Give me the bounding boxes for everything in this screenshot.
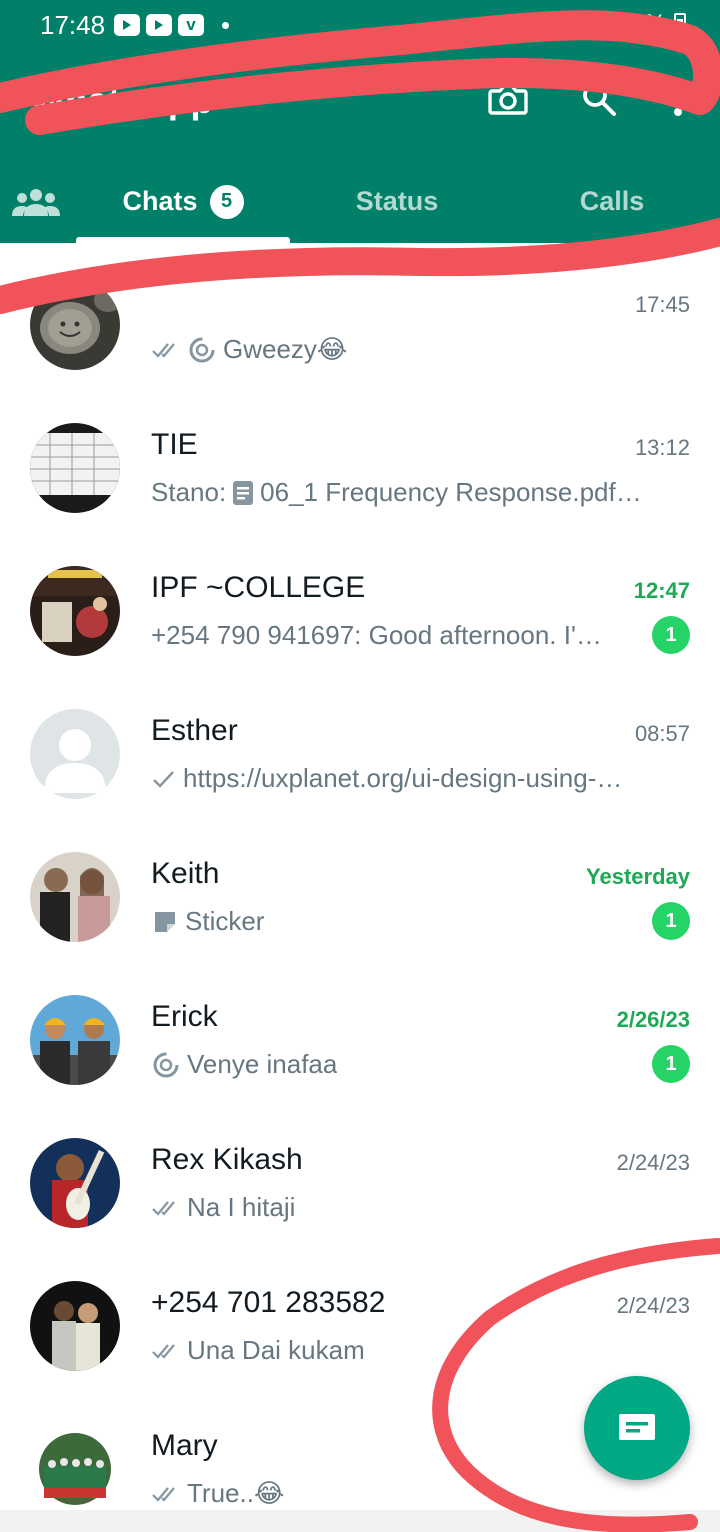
chat-preview: Gweezy😂 bbox=[151, 334, 665, 365]
search-button[interactable] bbox=[572, 72, 626, 126]
chat-row[interactable]: Rex Kikash 2/24/23 Na I hitaji bbox=[0, 1125, 720, 1268]
double-check-icon bbox=[152, 1486, 175, 1502]
double-check-icon bbox=[152, 1200, 175, 1216]
battery-percent: 3% bbox=[631, 10, 666, 37]
community-icon bbox=[12, 188, 60, 216]
chat-preview: Venye inafaa bbox=[151, 1049, 631, 1080]
single-check-icon bbox=[153, 770, 174, 788]
status-time: 17:48 bbox=[40, 10, 106, 40]
chat-preview: +254 790 941697: Good afternoon. I'… bbox=[151, 620, 631, 651]
chat-name: TIE bbox=[151, 428, 198, 461]
new-chat-icon bbox=[619, 1414, 655, 1440]
chat-row[interactable]: TIE 13:12 Stano: 06_1 Frequency Response… bbox=[0, 410, 720, 553]
chat-preview: Stano: 06_1 Frequency Response.pdf… bbox=[151, 477, 665, 508]
new-chat-button[interactable] bbox=[584, 1376, 690, 1480]
chat-preview: True..😂 bbox=[151, 1478, 665, 1509]
avatar bbox=[30, 423, 120, 513]
unread-count-badge: 1 bbox=[652, 1045, 690, 1083]
chat-preview-text: Na I hitaji bbox=[187, 1192, 296, 1222]
search-icon bbox=[583, 83, 616, 116]
sticker-icon bbox=[155, 911, 175, 932]
chat-preview-text: Sticker bbox=[185, 906, 265, 936]
system-navigation-bar bbox=[0, 1510, 720, 1532]
chat-time: 13:12 bbox=[634, 435, 690, 460]
double-check-icon bbox=[152, 342, 175, 358]
app-title: WhatsApp bbox=[30, 80, 213, 121]
chat-preview-sender: Stano: bbox=[151, 477, 227, 507]
chat-name: Rex Kikash bbox=[151, 1143, 303, 1176]
avatar bbox=[30, 566, 120, 656]
avatar bbox=[30, 995, 120, 1085]
chat-preview-text: Venye inafaa bbox=[187, 1049, 338, 1079]
chat-preview: Sticker bbox=[151, 906, 631, 937]
chat-preview: Una Dai kukam bbox=[151, 1335, 665, 1366]
chat-row[interactable]: IPF ~COLLEGE 12:47 +254 790 941697: Good… bbox=[0, 553, 720, 696]
status-bar: 17:48 v 3% bbox=[0, 0, 720, 54]
tab-chats-label: Chats bbox=[122, 186, 198, 216]
chat-name: IPF ~COLLEGE bbox=[151, 571, 366, 604]
tab-status[interactable]: Status bbox=[290, 160, 504, 243]
signal-icon bbox=[591, 15, 617, 35]
avatar bbox=[30, 1138, 120, 1228]
avatar bbox=[30, 1281, 120, 1371]
unread-count-badge: 1 bbox=[652, 616, 690, 654]
default-avatar-icon bbox=[30, 709, 120, 799]
app-header: 17:48 v 3% WhatsApp Chats 5 Status Calls bbox=[0, 0, 720, 243]
chat-time: Yesterday bbox=[586, 864, 690, 889]
document-icon bbox=[233, 480, 254, 505]
status-right: 3% bbox=[589, 10, 686, 38]
avatar bbox=[30, 1424, 120, 1510]
youtube-notification-icon bbox=[114, 14, 140, 36]
chat-time: 2/26/23 bbox=[616, 1007, 690, 1032]
camera-icon bbox=[488, 84, 528, 115]
battery-icon bbox=[674, 13, 686, 35]
chat-preview-text: https://uxplanet.org/ui-design-using-… bbox=[183, 763, 623, 793]
notification-icons: v bbox=[114, 14, 229, 36]
chat-row[interactable]: 17:45 Gweezy😂 bbox=[0, 267, 720, 410]
chat-name: Esther bbox=[151, 714, 238, 747]
chat-row[interactable]: Keith Yesterday Sticker 1 bbox=[0, 839, 720, 982]
chat-row[interactable]: Esther 08:57 https://uxplanet.org/ui-des… bbox=[0, 696, 720, 839]
chat-row[interactable]: Erick 2/26/23 Venye inafaa 1 bbox=[0, 982, 720, 1125]
unread-count-badge: 1 bbox=[652, 902, 690, 940]
avatar bbox=[30, 709, 120, 799]
chat-preview-text: Una Dai kukam bbox=[187, 1335, 365, 1365]
chat-preview-text: Gweezy😂 bbox=[223, 334, 348, 364]
chat-time: 2/24/23 bbox=[616, 1293, 690, 1318]
chat-preview: Na I hitaji bbox=[151, 1192, 665, 1223]
youtube-notification-icon bbox=[146, 14, 172, 36]
tab-community[interactable] bbox=[8, 160, 64, 243]
chat-name: Keith bbox=[151, 857, 220, 890]
tab-bar: Chats 5 Status Calls bbox=[0, 160, 720, 243]
chat-list[interactable]: 17:45 Gweezy😂 TIE 13:12 Stano: 06_1 Freq… bbox=[0, 243, 720, 1510]
more-options-button[interactable] bbox=[651, 72, 705, 126]
chat-time: 08:57 bbox=[634, 721, 690, 746]
v-app-notification-icon: v bbox=[178, 14, 204, 36]
double-check-icon bbox=[152, 1343, 175, 1359]
chat-time: 12:47 bbox=[633, 578, 690, 603]
chat-time: 17:45 bbox=[634, 292, 690, 317]
chat-time: 2/24/23 bbox=[616, 1150, 690, 1175]
chat-name: Erick bbox=[151, 1000, 218, 1033]
community-sync-icon bbox=[189, 337, 215, 362]
community-sync-icon bbox=[153, 1052, 179, 1077]
avatar bbox=[30, 852, 120, 942]
camera-button[interactable] bbox=[481, 72, 535, 126]
chat-preview-text: +254 790 941697: Good afternoon. I'… bbox=[151, 620, 602, 650]
more-notifications-dot-icon bbox=[222, 21, 229, 29]
avatar bbox=[30, 280, 120, 370]
chats-unread-badge: 5 bbox=[209, 184, 244, 219]
tab-chats[interactable]: Chats 5 bbox=[76, 160, 290, 243]
chat-preview-text: True..😂 bbox=[187, 1478, 285, 1508]
tab-calls[interactable]: Calls bbox=[504, 160, 720, 243]
chat-preview: https://uxplanet.org/ui-design-using-… bbox=[151, 763, 665, 794]
chat-name: +254 701 283582 bbox=[151, 1286, 386, 1319]
chat-preview-text: 06_1 Frequency Response.pdf… bbox=[260, 477, 642, 507]
chat-name: Mary bbox=[151, 1429, 218, 1462]
tab-calls-label: Calls bbox=[579, 186, 645, 216]
tab-status-label: Status bbox=[355, 186, 439, 216]
more-vert-icon bbox=[674, 82, 682, 116]
